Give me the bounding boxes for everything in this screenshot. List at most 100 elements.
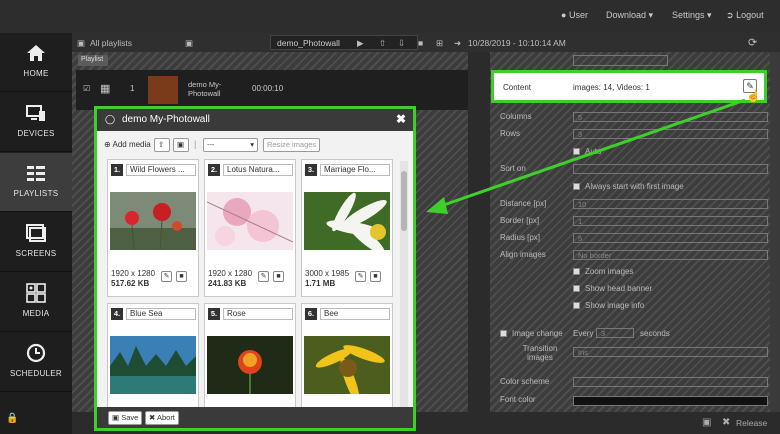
image-button[interactable]: ▣ [173,138,189,152]
all-playlists-link[interactable]: All playlists [90,38,132,48]
modal-toolbar: ⊕ Add media ⇧ ▣ | --- ▾ Resize images [97,132,413,156]
logout-link[interactable]: ➲ Logout [726,10,764,21]
edit-media-button[interactable]: ✎ [161,271,172,282]
auto-checkbox[interactable] [573,148,580,155]
border-input[interactable]: 1 [573,216,768,226]
modal-title: demo My-Photowall [122,114,210,125]
image-change-checkbox[interactable] [500,330,507,337]
user-menu[interactable]: ● User [561,10,588,20]
media-filter-select[interactable]: --- ▾ [203,138,258,152]
upload-button[interactable]: ⇧ [154,138,170,152]
media-thumbnail [304,336,390,394]
sidebar-item-devices[interactable]: DEVICES [0,93,72,152]
media-card[interactable]: 4. Blue Sea [107,303,199,407]
arrow-right-icon[interactable]: ➜ [454,38,461,49]
media-title-input[interactable]: Rose [223,308,293,320]
sidebar-item-scheduler[interactable]: SCHEDULER [0,333,72,392]
media-title-input[interactable]: Marriage Flo... [320,164,390,176]
first-image-checkbox[interactable] [573,183,580,190]
media-thumbnail [304,192,390,250]
image-change-interval-input[interactable]: 3 [596,328,634,338]
trash-icon[interactable]: ■ [418,38,423,48]
play-icon[interactable]: ▶ [357,38,364,49]
transition-select[interactable]: Ins [573,347,768,357]
media-icon [26,283,46,303]
edit-media-button[interactable]: ✎ [258,271,269,282]
playlist-row-index: 1 [130,84,135,93]
scrollbar-thumb[interactable] [401,171,407,231]
save-icon: ▣ [112,413,120,422]
add-icon[interactable]: ⊞ [436,38,443,49]
radius-input[interactable]: 5 [573,233,768,243]
refresh-icon[interactable]: ⟳ [748,36,757,49]
playlists-icon [27,166,45,181]
screens-icon [26,224,46,242]
resize-images-button[interactable]: Resize images [263,138,321,152]
align-images-select[interactable]: No border [573,250,768,260]
rows-input[interactable]: 3 [573,129,768,139]
lock-icon[interactable]: 🔒 [6,413,18,424]
close-icon[interactable]: ✖ [396,112,406,126]
caret-down-icon: ▾ [648,10,654,20]
caret-down-icon: ▾ [707,10,712,20]
top-field[interactable] [573,55,668,66]
media-title-input[interactable]: Wild Flowers ... [126,164,196,176]
playlist-row-duration: 00:00:10 [252,84,284,93]
save-icon[interactable]: ▣ [702,417,711,428]
sort-on-select[interactable] [573,164,768,174]
download-icon[interactable]: ⇩ [398,38,405,49]
splitter[interactable] [468,52,490,434]
sidebar-item-screens[interactable]: SCREENS [0,213,72,272]
media-scrollbar[interactable] [400,161,408,407]
media-title-input[interactable]: Blue Sea [126,308,196,320]
media-title-input[interactable]: Bee [320,308,390,320]
modal-header: ◯ demo My-Photowall ✖ [97,109,413,131]
sidebar-item-media[interactable]: MEDIA [0,273,72,332]
app-root: ● User Download ▾ Settings ▾ ➲ Logout HO… [0,0,780,434]
timestamp: 10/28/2019 - 10:10:14 AM [468,38,566,48]
color-scheme-select[interactable] [573,377,768,387]
delete-media-button[interactable]: ■ [370,271,381,282]
media-card[interactable]: 1. Wild Flowers ... 1920 x 1280 517.62 K… [107,159,199,297]
caret-down-icon: ▾ [250,140,254,149]
checkbox-icon[interactable]: ☑ [83,84,90,93]
settings-menu[interactable]: Settings ▾ [672,10,712,21]
release-button[interactable]: Release [736,418,767,428]
edit-icon: ✎ [357,273,364,280]
trash-icon: ■ [373,273,378,280]
font-color-picker[interactable] [573,396,768,406]
media-card[interactable]: 6. Bee [301,303,393,407]
image-info-checkbox[interactable] [573,302,580,309]
add-media-button[interactable]: ⊕ Add media [104,140,151,149]
edit-media-button[interactable]: ✎ [355,271,366,282]
media-card[interactable]: 3. Marriage Flo... 3000 x 1985 1.71 MB ✎… [301,159,393,297]
abort-button[interactable]: ✖ Abort [145,411,179,425]
sidebar-item-home[interactable]: HOME [0,33,72,92]
delete-media-button[interactable]: ■ [273,271,284,282]
media-title-input[interactable]: Lotus Natura... [223,164,293,176]
grid-icon: ▦ [100,83,111,95]
playlist-row[interactable]: ☑ ▦ 1 demo My-Photowall 00:00:10 [76,70,468,110]
banner-checkbox[interactable] [573,285,580,292]
upload-icon[interactable]: ⇧ [379,38,386,49]
modal-footer: ▣ Save ✖ Abort [97,407,413,428]
edit-icon: ✎ [163,273,170,280]
save-button[interactable]: ▣ Save [108,411,143,425]
devices-icon [26,105,45,121]
media-card[interactable]: 5. Rose [204,303,296,407]
delete-media-button[interactable]: ■ [176,271,187,282]
playlist-name-field[interactable]: demo_Photowall [270,35,418,50]
zoom-checkbox[interactable] [573,268,580,275]
media-modal: ◯ demo My-Photowall ✖ ⊕ Add media ⇧ ▣ | … [94,106,416,431]
media-card[interactable]: 2. Lotus Natura... 1920 x 1280 241.83 KB… [204,159,296,297]
columns-input[interactable]: 5 [573,112,768,122]
sidebar: HOME DEVICES PLAYLISTS SCREENS MEDIA SCH… [0,33,72,434]
sidebar-item-playlists[interactable]: PLAYLISTS [0,153,72,212]
toolbar-divider: | [194,139,197,149]
scheduler-icon [26,343,46,363]
download-menu[interactable]: Download ▾ [606,10,653,21]
plus-icon: ⊕ [104,140,111,149]
distance-input[interactable]: 10 [573,199,768,209]
top-bar: ● User Download ▾ Settings ▾ ➲ Logout [0,0,780,33]
playlist-row-name: demo My-Photowall [188,80,222,98]
